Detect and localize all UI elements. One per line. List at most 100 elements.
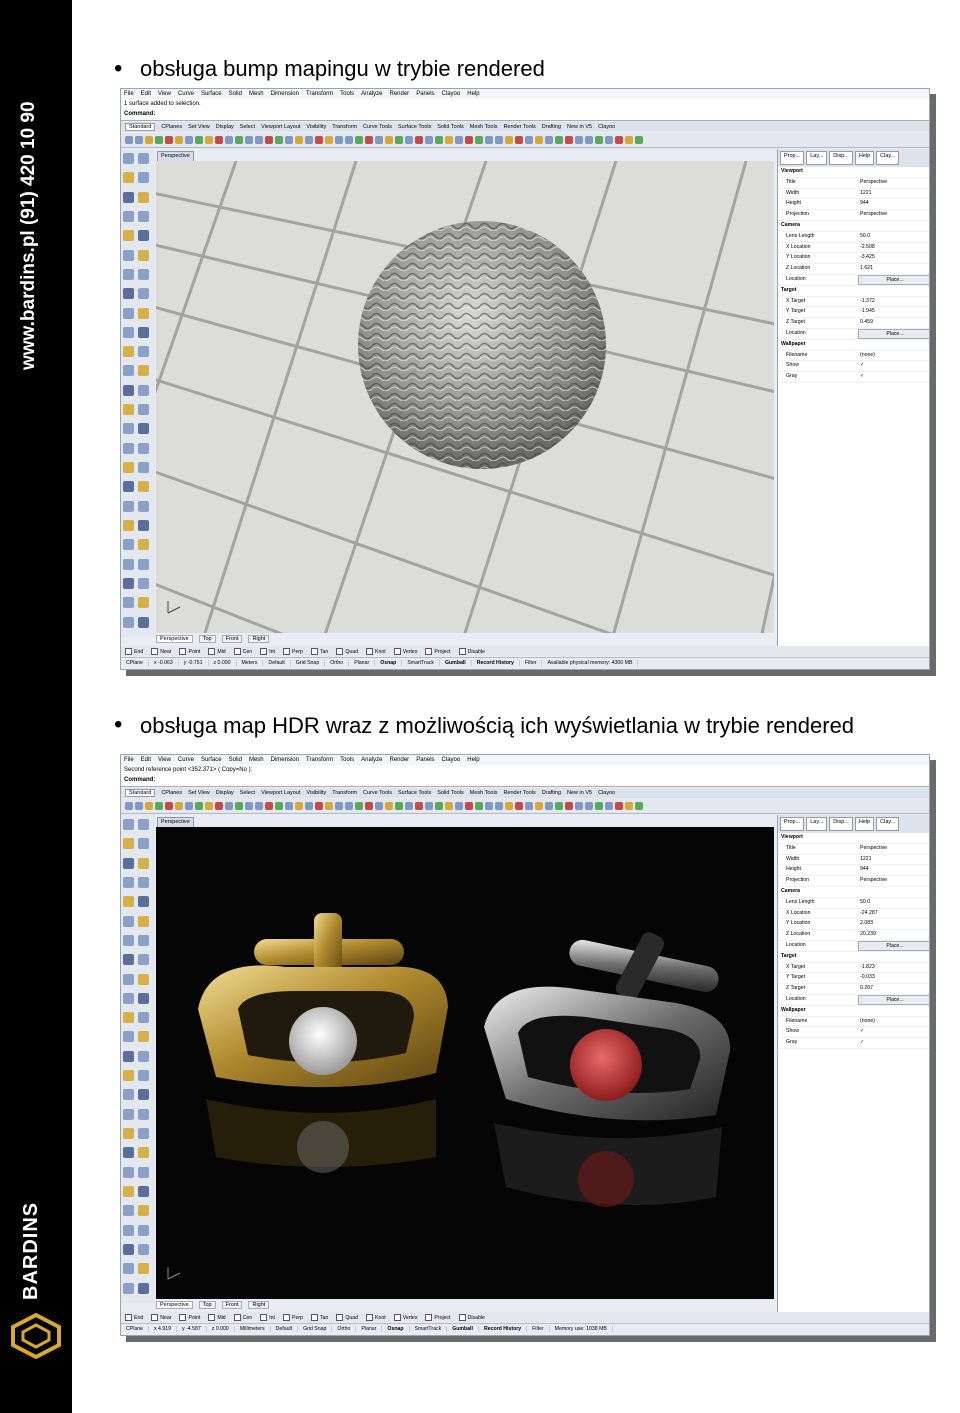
tool-icon[interactable] (123, 992, 134, 1004)
panel-tab[interactable]: Clay... (876, 817, 900, 831)
tool-icon[interactable] (123, 838, 134, 850)
toolbar-command-icon[interactable] (635, 136, 643, 144)
tool-icon[interactable] (123, 1128, 134, 1139)
osnap-checkbox[interactable]: Int (260, 1314, 275, 1321)
tool-icon[interactable] (123, 539, 134, 551)
command-prompt[interactable]: Command: (121, 775, 929, 787)
toolbar-command-icon[interactable] (455, 802, 463, 810)
tool-icon[interactable] (123, 1031, 134, 1043)
tool-icon[interactable] (138, 307, 149, 319)
status-item[interactable]: Osnap (375, 660, 403, 666)
tool-icon[interactable] (123, 153, 134, 164)
toolbar-tab[interactable]: Solid Tools (437, 124, 464, 130)
toolbar-command-icon[interactable] (455, 136, 463, 144)
tool-icon[interactable] (138, 230, 149, 242)
tool-icon[interactable] (123, 1089, 134, 1101)
tool-icon[interactable] (123, 1243, 134, 1255)
tool-icon[interactable] (138, 404, 149, 416)
tool-icon[interactable] (123, 857, 134, 869)
viewport-hdr[interactable] (156, 827, 774, 1299)
toolbar-tab[interactable]: Clayoo (598, 124, 615, 130)
status-item[interactable]: Record History (472, 660, 520, 666)
osnap-checkbox[interactable]: Int (260, 648, 275, 655)
toolbar-command-icon[interactable] (475, 136, 483, 144)
tool-icon[interactable] (138, 519, 149, 531)
menu-item[interactable]: Help (467, 757, 479, 763)
tool-icon[interactable] (123, 616, 134, 628)
tool-icon[interactable] (138, 442, 149, 454)
viewport-bump[interactable] (156, 161, 774, 633)
tool-icon[interactable] (138, 819, 149, 830)
toolbar-command-icon[interactable] (185, 802, 193, 810)
toolbar-tab[interactable]: Render Tools (503, 124, 535, 130)
toolbar-command-icon[interactable] (125, 802, 133, 810)
osnap-checkbox[interactable]: Cen (234, 648, 253, 655)
toolbar-command-icon[interactable] (445, 802, 453, 810)
viewport-tab[interactable]: Front (221, 635, 243, 643)
toolbar-command-icon[interactable] (315, 136, 323, 144)
status-item[interactable]: Filter (520, 660, 543, 666)
osnap-checkbox[interactable]: End (125, 1314, 143, 1321)
toolbar-tab[interactable]: Solid Tools (437, 790, 464, 796)
status-item[interactable]: SmartTrack (402, 660, 440, 666)
toolbar-tab[interactable]: Select (240, 790, 255, 796)
tool-icon[interactable] (138, 268, 149, 280)
osnap-checkbox[interactable]: Disable (459, 1314, 485, 1321)
toolbar-command-icon[interactable] (525, 802, 533, 810)
osnap-checkbox[interactable]: Tan (311, 648, 328, 655)
tool-icon[interactable] (138, 326, 149, 338)
toolbar-command-icon[interactable] (255, 136, 263, 144)
osnap-checkbox[interactable]: Quad (336, 648, 358, 655)
tool-icon[interactable] (138, 210, 149, 222)
tool-icon[interactable] (138, 1147, 149, 1159)
tool-icon[interactable] (138, 462, 149, 473)
menu-item[interactable]: Edit (141, 757, 151, 763)
toolbar-tab[interactable]: Clayoo (598, 790, 615, 796)
viewport-tab[interactable]: Front (221, 1301, 243, 1309)
toolbar-tab[interactable]: Display (216, 124, 234, 130)
tool-icon[interactable] (123, 1147, 134, 1159)
menu-item[interactable]: Transform (306, 757, 333, 763)
toolbar-command-icon[interactable] (495, 802, 503, 810)
menu-item[interactable]: Solid (229, 757, 242, 763)
toolbar-tab[interactable]: Viewport Layout (261, 124, 300, 130)
toolbar-command-icon[interactable] (615, 802, 623, 810)
toolbar-tab[interactable]: Set View (188, 790, 210, 796)
viewport-tab[interactable]: Top (198, 635, 216, 643)
tool-icon[interactable] (138, 954, 149, 966)
tool-icon[interactable] (123, 172, 134, 184)
toolbar-command-icon[interactable] (185, 136, 193, 144)
osnap-checkbox[interactable]: Tan (311, 1314, 328, 1321)
toolbar-command-icon[interactable] (255, 802, 263, 810)
tool-icon[interactable] (123, 481, 134, 493)
toolbar-tab[interactable]: Display (216, 790, 234, 796)
tool-icon[interactable] (138, 896, 149, 908)
osnap-checkbox[interactable]: Point (179, 648, 200, 655)
toolbar-tab[interactable]: Mesh Tools (470, 790, 498, 796)
toolbar-command-icon[interactable] (525, 136, 533, 144)
tool-icon[interactable] (123, 307, 134, 319)
toolbar-tab[interactable]: Drafting (542, 124, 561, 130)
osnap-checkbox[interactable]: Vertex (394, 1314, 418, 1321)
toolbar-tab[interactable]: Surface Tools (398, 124, 431, 130)
osnap-checkbox[interactable]: Knot (366, 648, 386, 655)
toolbar-command-icon[interactable] (595, 136, 603, 144)
toolbar-command-icon[interactable] (605, 136, 613, 144)
toolbar-command-icon[interactable] (585, 136, 593, 144)
osnap-checkbox[interactable]: Project (425, 648, 450, 655)
toolbar-command-icon[interactable] (245, 802, 253, 810)
tool-icon[interactable] (123, 597, 134, 609)
tool-icon[interactable] (138, 934, 149, 946)
tool-icon[interactable] (138, 597, 149, 609)
toolbar-command-icon[interactable] (515, 802, 523, 810)
panel-tab[interactable]: Disp... (829, 151, 853, 165)
tool-icon[interactable] (123, 973, 134, 985)
menu-item[interactable]: Render (390, 91, 410, 97)
osnap-checkbox[interactable]: End (125, 648, 143, 655)
toolbar-command-icon[interactable] (325, 136, 333, 144)
toolbar-tab[interactable]: Curve Tools (363, 124, 392, 130)
status-item[interactable]: SmartTrack (410, 1326, 448, 1332)
osnap-checkbox[interactable]: Mid (208, 1314, 225, 1321)
toolbar-command-icon[interactable] (545, 136, 553, 144)
toolbar-command-icon[interactable] (125, 136, 133, 144)
